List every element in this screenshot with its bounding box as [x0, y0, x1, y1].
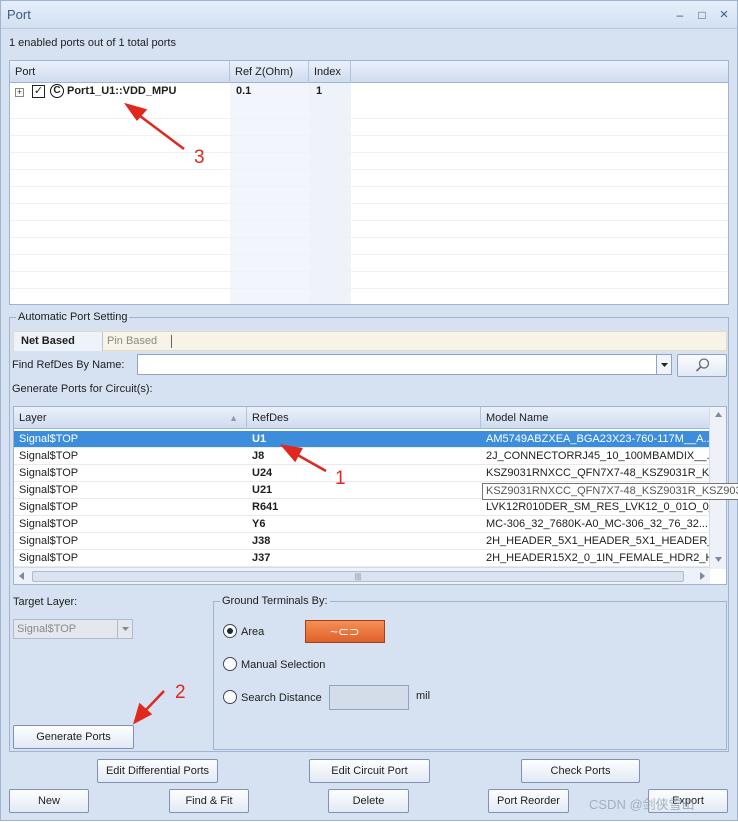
annotation-label: 1	[335, 468, 346, 489]
annotation-label: 2	[175, 682, 186, 703]
annotation-arrows	[123, 102, 327, 725]
watermark: CSDN @剑侠雪山	[589, 797, 695, 812]
port-window: Port – □ × 1 enabled ports out of 1 tota…	[0, 0, 738, 821]
annotation-label: 3	[194, 147, 205, 168]
